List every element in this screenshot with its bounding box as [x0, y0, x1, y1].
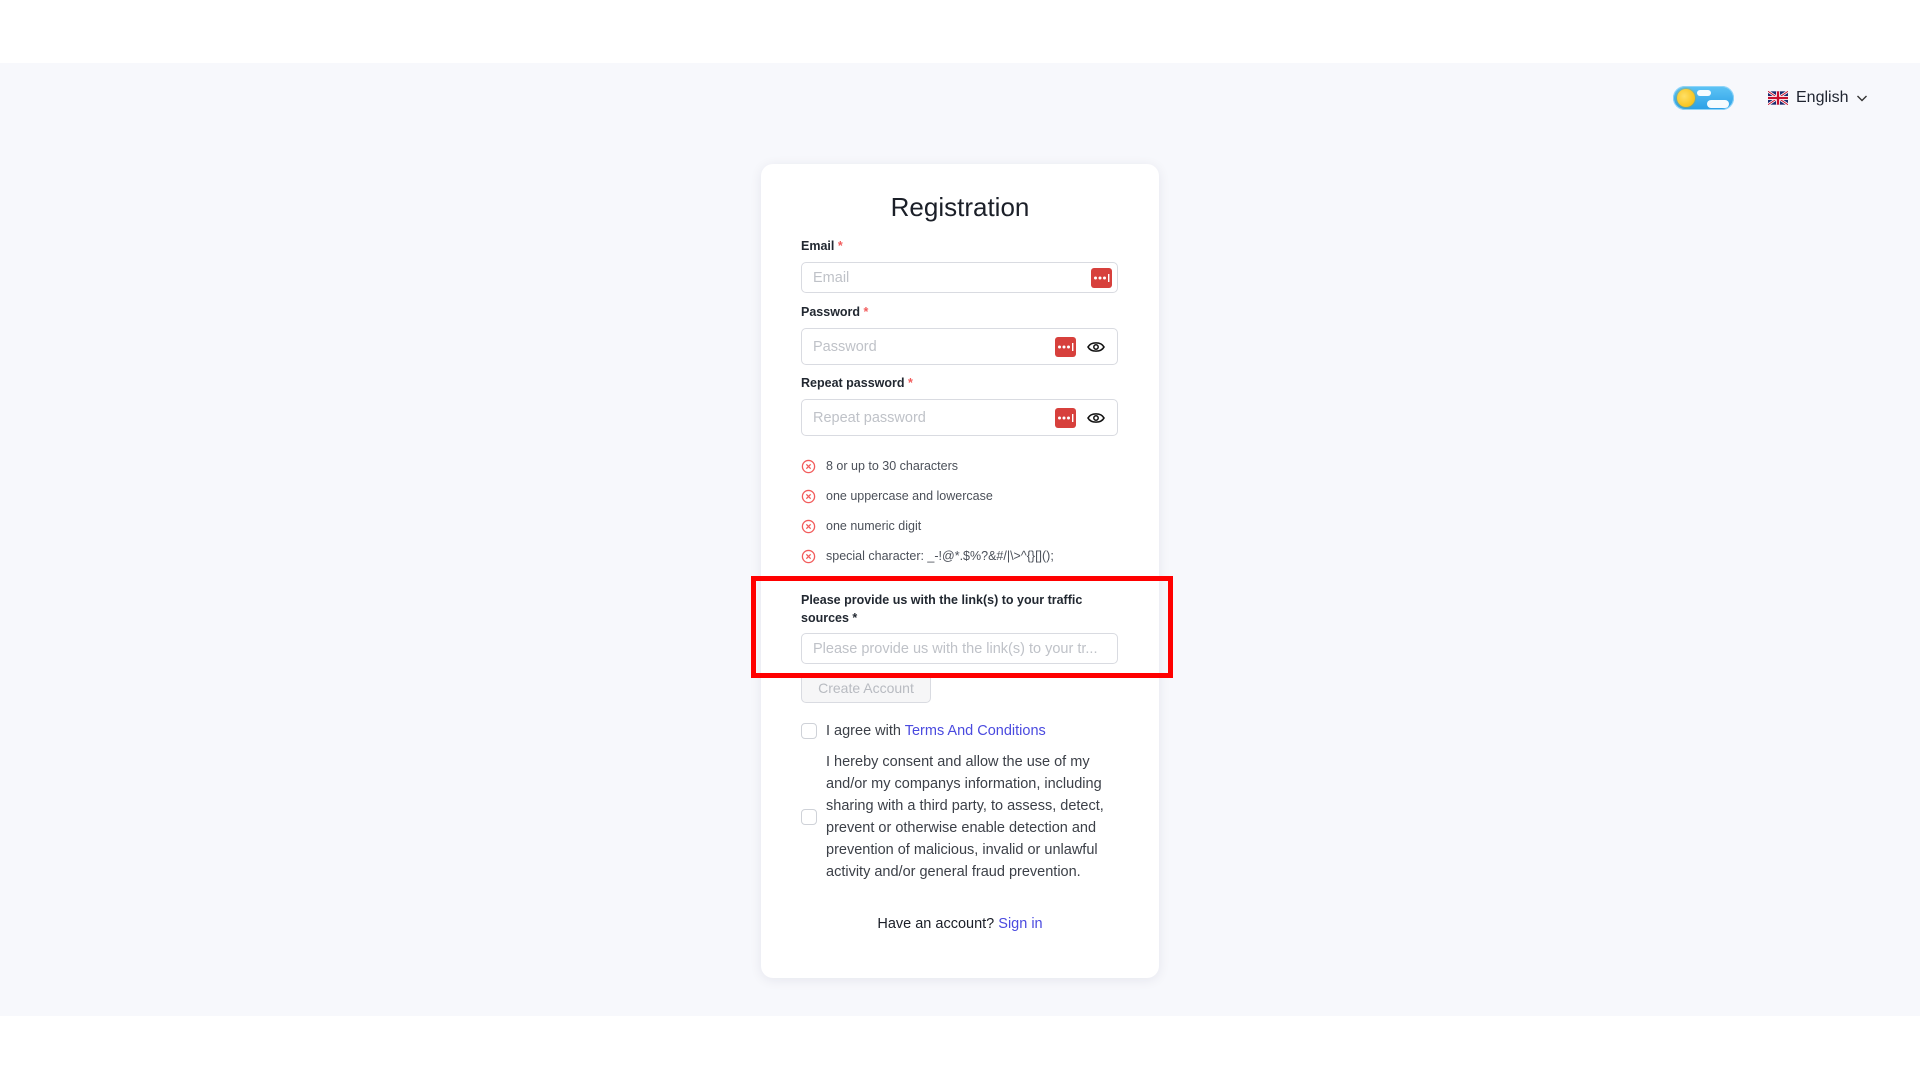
- password-rule: special character: _-!@*.$%?&#/|\>^{}[](…: [801, 541, 1054, 571]
- repeat-password-input[interactable]: [802, 400, 1055, 435]
- password-field-wrapper: [801, 328, 1118, 365]
- eye-icon[interactable]: [1087, 411, 1105, 425]
- password-label-text: Password: [801, 305, 861, 319]
- sun-icon: [1677, 89, 1695, 107]
- email-label-text: Email: [801, 239, 835, 253]
- create-account-button[interactable]: Create Account: [801, 673, 931, 703]
- consent-checkbox[interactable]: [801, 809, 817, 825]
- rule-text: 8 or up to 30 characters: [826, 459, 959, 473]
- password-manager-icon[interactable]: [1055, 407, 1076, 428]
- eye-icon[interactable]: [1087, 340, 1105, 354]
- uk-flag-icon: [1768, 91, 1788, 105]
- email-input[interactable]: [802, 263, 1091, 292]
- signin-link[interactable]: Sign in: [998, 916, 1042, 932]
- cloud-icon: [1707, 100, 1729, 108]
- signin-prompt-text: Have an account?: [877, 916, 999, 932]
- password-label: Password *: [801, 305, 868, 319]
- required-mark: *: [837, 239, 843, 253]
- signin-prompt: Have an account? Sign in: [761, 916, 1159, 932]
- chevron-down-icon: [1857, 95, 1868, 102]
- error-circle-x-icon: [801, 549, 816, 563]
- email-label: Email *: [801, 239, 843, 253]
- rule-text: special character: _-!@*.$%?&#/|\>^{}[](…: [826, 549, 1054, 563]
- consent-row: I hereby consent and allow the use of my…: [801, 751, 1116, 883]
- rule-text: one numeric digit: [826, 519, 922, 533]
- registration-card: Registration Email * Password * Repeat p…: [761, 164, 1159, 978]
- required-mark: *: [908, 376, 913, 390]
- traffic-sources-field-wrapper: [801, 633, 1118, 664]
- required-mark: *: [863, 305, 869, 319]
- password-rule: one uppercase and lowercase: [801, 481, 1054, 511]
- error-circle-x-icon: [801, 489, 816, 503]
- terms-prefix: I agree with: [826, 723, 905, 739]
- cloud-icon: [1697, 90, 1711, 96]
- rule-text: one uppercase and lowercase: [826, 489, 993, 503]
- repeat-password-label-text: Repeat password: [801, 376, 905, 390]
- password-rule: one numeric digit: [801, 511, 1054, 541]
- theme-toggle[interactable]: [1673, 86, 1734, 110]
- repeat-password-field-wrapper: [801, 399, 1118, 436]
- password-manager-icon[interactable]: [1055, 336, 1076, 357]
- email-field-wrapper: [801, 262, 1118, 293]
- terms-text: I agree with Terms And Conditions: [826, 723, 1046, 739]
- language-selector[interactable]: English: [1768, 86, 1868, 110]
- password-rules-list: 8 or up to 30 characters one uppercase a…: [801, 451, 1054, 571]
- language-label: English: [1796, 89, 1849, 106]
- terms-checkbox[interactable]: [801, 723, 817, 739]
- traffic-sources-label: Please provide us with the link(s) to yo…: [801, 593, 1083, 625]
- terms-row: I agree with Terms And Conditions: [801, 723, 1046, 739]
- repeat-password-label: Repeat password *: [801, 376, 913, 390]
- error-circle-x-icon: [801, 459, 816, 473]
- traffic-sources-input[interactable]: [802, 634, 1117, 663]
- password-input[interactable]: [802, 329, 1055, 364]
- consent-text: I hereby consent and allow the use of my…: [826, 754, 1104, 880]
- password-rule: 8 or up to 30 characters: [801, 451, 1054, 481]
- error-circle-x-icon: [801, 519, 816, 533]
- password-manager-icon[interactable]: [1091, 267, 1112, 288]
- page-title: Registration: [890, 192, 1030, 222]
- terms-link[interactable]: Terms And Conditions: [905, 723, 1046, 739]
